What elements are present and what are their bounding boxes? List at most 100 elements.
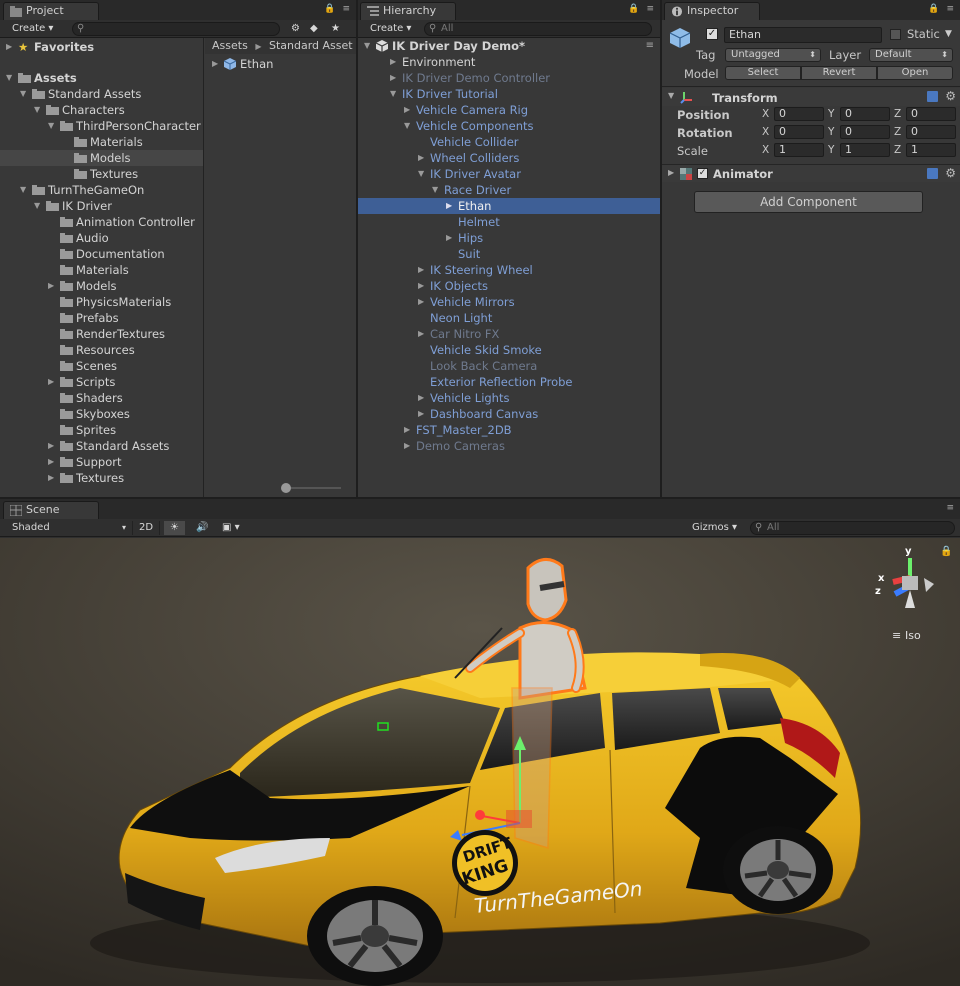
collapse-arrow-icon[interactable]: ▼ <box>20 186 28 194</box>
filter-by-type-icon[interactable]: ⚙ <box>285 22 306 36</box>
model-select-button[interactable]: Select <box>725 66 801 80</box>
static-dropdown-icon[interactable]: ▼ <box>945 29 952 39</box>
model-revert-button[interactable]: Revert <box>801 66 877 80</box>
gameobject-name-field[interactable]: Ethan <box>724 27 882 43</box>
folder-row[interactable]: ▶ Standard Assets <box>0 438 203 454</box>
hierarchy-create-button[interactable]: Create ▾ <box>364 22 417 36</box>
folder-row[interactable]: Skyboxes <box>0 406 203 422</box>
hierarchy-item[interactable]: ▼ IK Driver Avatar <box>358 166 660 182</box>
model-open-button[interactable]: Open <box>877 66 953 80</box>
expand-arrow-icon[interactable]: ▶ <box>418 266 426 274</box>
project-tab-menu-icon[interactable]: 🔒 ≡ <box>324 4 352 14</box>
folder-row[interactable]: Animation Controller <box>0 214 203 230</box>
hierarchy-item[interactable]: ▶ Vehicle Lights <box>358 390 660 406</box>
rot-y-field[interactable]: 0 <box>840 125 890 139</box>
expand-arrow-icon[interactable]: ▶ <box>418 410 426 418</box>
static-checkbox[interactable] <box>890 29 901 40</box>
hierarchy-item[interactable]: ▶ FST_Master_2DB <box>358 422 660 438</box>
zoom-slider-handle[interactable] <box>281 483 291 493</box>
expand-arrow-icon[interactable]: ▶ <box>668 168 674 177</box>
folder-row[interactable]: ▶ Models <box>0 278 203 294</box>
folder-row[interactable]: ▶ Scripts <box>0 374 203 390</box>
hierarchy-item[interactable]: ▶ Environment <box>358 54 660 70</box>
folder-row[interactable]: Textures <box>0 166 203 182</box>
hierarchy-item[interactable]: ▶ IK Driver Demo Controller <box>358 70 660 86</box>
expand-arrow-icon[interactable]: ▶ <box>212 60 220 68</box>
lock-icon[interactable]: 🔒 <box>940 545 952 557</box>
scene-root-row[interactable]: ▼ IK Driver Day Demo* ≡ <box>358 38 660 54</box>
scene-search-input[interactable]: ⚲ All <box>750 521 955 535</box>
expand-arrow-icon[interactable]: ▶ <box>418 282 426 290</box>
scl-x-field[interactable]: 1 <box>774 143 824 157</box>
hierarchy-item[interactable]: ▶ Vehicle Camera Rig <box>358 102 660 118</box>
rot-x-field[interactable]: 0 <box>774 125 824 139</box>
collapse-arrow-icon[interactable]: ▼ <box>48 122 56 130</box>
asset-item-ethan[interactable]: ▶ Ethan <box>205 56 356 72</box>
animator-enabled-checkbox[interactable]: ✓ <box>697 168 708 179</box>
scene-viewport[interactable]: DRIFT KING TurnTheGameOn y x z Iso ≡ 🔒 <box>0 538 960 986</box>
hierarchy-search-input[interactable]: ⚲ All <box>424 22 652 36</box>
folder-row[interactable]: ▼ IK Driver <box>0 198 203 214</box>
expand-arrow-icon[interactable]: ▶ <box>418 330 426 338</box>
tab-hierarchy[interactable]: Hierarchy <box>360 2 456 20</box>
scene-menu-icon[interactable]: ≡ <box>646 38 654 54</box>
hierarchy-item[interactable]: ▼ Race Driver <box>358 182 660 198</box>
scene-tab-menu-icon[interactable]: ≡ <box>946 503 956 513</box>
hierarchy-item[interactable]: ▶ IK Steering Wheel <box>358 262 660 278</box>
expand-arrow-icon[interactable]: ▶ <box>404 106 412 114</box>
folder-row[interactable]: Prefabs <box>0 310 203 326</box>
component-settings-gear-icon[interactable]: ⚙ <box>945 89 956 103</box>
hierarchy-item[interactable]: Exterior Reflection Probe <box>358 374 660 390</box>
collapse-arrow-icon[interactable]: ▼ <box>34 202 42 210</box>
breadcrumb-assets[interactable]: Assets <box>212 39 248 52</box>
shading-mode-dropdown[interactable]: Shaded ▾ <box>6 521 128 535</box>
hierarchy-item[interactable]: ▶ Dashboard Canvas <box>358 406 660 422</box>
folder-row[interactable]: ▼ Assets <box>0 70 203 86</box>
hierarchy-item[interactable]: ▶ Hips <box>358 230 660 246</box>
folder-row[interactable]: Audio <box>0 230 203 246</box>
collapse-arrow-icon[interactable]: ▼ <box>364 42 372 50</box>
collapse-arrow-icon[interactable]: ▼ <box>20 90 28 98</box>
zoom-slider[interactable] <box>281 483 341 493</box>
inspector-tab-menu-icon[interactable]: 🔒 ≡ <box>928 4 956 14</box>
expand-arrow-icon[interactable]: ▶ <box>418 154 426 162</box>
expand-arrow-icon[interactable]: ▶ <box>48 474 56 482</box>
pos-x-field[interactable]: 0 <box>774 107 824 121</box>
folder-row[interactable]: RenderTextures <box>0 326 203 342</box>
collapse-arrow-icon[interactable]: ▼ <box>390 90 398 98</box>
folder-row[interactable]: Sprites <box>0 422 203 438</box>
tab-project[interactable]: Project <box>3 2 99 20</box>
tab-inspector[interactable]: Inspector <box>664 2 760 20</box>
expand-arrow-icon[interactable]: ▶ <box>48 282 56 290</box>
lighting-toggle-icon[interactable]: ☀ <box>164 521 185 535</box>
hierarchy-item[interactable]: ▶ Vehicle Mirrors <box>358 294 660 310</box>
hierarchy-item[interactable]: ▶ Car Nitro FX <box>358 326 660 342</box>
favorites-row[interactable]: ▶ ★ Favorites <box>0 39 203 55</box>
effects-toggle-icon[interactable]: ▣ ▾ <box>216 521 246 535</box>
hierarchy-item[interactable]: ▼ Vehicle Components <box>358 118 660 134</box>
filter-by-label-icon[interactable]: ◆ <box>304 22 324 36</box>
help-book-icon[interactable] <box>927 168 938 179</box>
folder-row[interactable]: ▶ Textures <box>0 470 203 486</box>
favorite-star-icon[interactable]: ★ <box>325 22 346 36</box>
folder-row[interactable]: Materials <box>0 134 203 150</box>
scl-z-field[interactable]: 1 <box>906 143 956 157</box>
hierarchy-item[interactable]: Vehicle Skid Smoke <box>358 342 660 358</box>
folder-row[interactable]: Documentation <box>0 246 203 262</box>
expand-arrow-icon[interactable]: ▶ <box>418 298 426 306</box>
scl-y-field[interactable]: 1 <box>840 143 890 157</box>
transform-header[interactable]: ▼ Transform ⚙ <box>662 88 960 106</box>
breadcrumb-standard-assets[interactable]: Standard Asset <box>269 39 353 52</box>
tag-dropdown[interactable]: Untagged ⬍ <box>725 48 821 62</box>
collapse-arrow-icon[interactable]: ▼ <box>418 170 426 178</box>
expand-arrow-icon[interactable]: ▶ <box>48 458 56 466</box>
active-checkbox[interactable]: ✓ <box>706 28 718 40</box>
collapse-arrow-icon[interactable]: ▼ <box>6 74 14 82</box>
folder-row[interactable]: Resources <box>0 342 203 358</box>
expand-arrow-icon[interactable]: ▶ <box>6 43 14 51</box>
help-book-icon[interactable] <box>927 91 938 102</box>
hierarchy-item[interactable]: Helmet <box>358 214 660 230</box>
pos-y-field[interactable]: 0 <box>840 107 890 121</box>
2d-toggle-button[interactable]: 2D <box>132 521 161 535</box>
gizmos-dropdown[interactable]: Gizmos ▾ <box>686 521 743 535</box>
